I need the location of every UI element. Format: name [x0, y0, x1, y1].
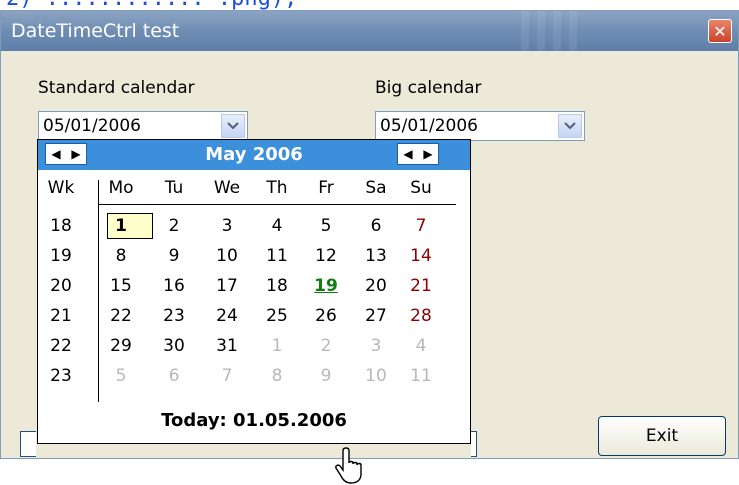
title-bar[interactable]: DateTimeCtrl test ✕: [1, 11, 738, 51]
calendar-day[interactable]: 7: [401, 212, 441, 240]
calendar-day[interactable]: 26: [306, 302, 346, 330]
weekday-header: Th: [266, 178, 288, 198]
week-number: 22: [50, 336, 72, 356]
weekday-header: Sa: [365, 178, 387, 198]
top-strip: 2) ............ .png),: [0, 0, 739, 10]
big-date-combo[interactable]: 05/01/2006: [375, 111, 585, 141]
calendar-day[interactable]: 3: [207, 212, 247, 240]
big-date-value: 05/01/2006: [380, 116, 478, 136]
hand-cursor-icon: [335, 447, 362, 484]
weekday-header: We: [213, 178, 241, 198]
calendar-day[interactable]: 14: [401, 242, 441, 270]
calendar-day[interactable]: 3: [356, 332, 396, 360]
calendar-day[interactable]: 19: [306, 272, 346, 300]
calendar-day[interactable]: 17: [207, 272, 247, 300]
calendar-day[interactable]: 2: [306, 332, 346, 360]
close-icon: ✕: [713, 21, 727, 41]
calendar-day[interactable]: 1: [257, 332, 297, 360]
calendar-day[interactable]: 9: [306, 362, 346, 390]
calendar-day[interactable]: 7: [207, 362, 247, 390]
calendar-day[interactable]: 18: [257, 272, 297, 300]
calendar-day[interactable]: 24: [207, 302, 247, 330]
weekday-header: Tu: [164, 178, 184, 198]
week-number: 20: [50, 276, 72, 296]
week-number: 23: [50, 366, 72, 386]
calendar-day[interactable]: 6: [154, 362, 194, 390]
left-bottom-frame: [20, 431, 36, 457]
calendar-day[interactable]: 11: [257, 242, 297, 270]
calendar-day[interactable]: 6: [356, 212, 396, 240]
standard-dropdown-button[interactable]: [221, 114, 245, 138]
calendar-day[interactable]: 2: [154, 212, 194, 240]
calendar-day[interactable]: 4: [257, 212, 297, 240]
right-bottom-frame: [471, 431, 477, 457]
arrow-right-icon[interactable]: ▶: [423, 147, 432, 161]
calendar-day[interactable]: 1: [101, 212, 141, 240]
chevron-down-icon: [564, 122, 576, 130]
calendar-day[interactable]: 5: [306, 212, 346, 240]
calendar-day[interactable]: 22: [101, 302, 141, 330]
standard-date-combo[interactable]: 05/01/2006: [38, 111, 248, 141]
arrow-left-icon[interactable]: ◀: [403, 147, 412, 161]
week-column-divider: [98, 180, 99, 402]
calendar-day[interactable]: 23: [154, 302, 194, 330]
weekday-header: Su: [410, 178, 432, 198]
calendar-day[interactable]: 30: [154, 332, 194, 360]
calendar-day[interactable]: 31: [207, 332, 247, 360]
big-calendar-label: Big calendar: [375, 78, 482, 98]
calendar-day[interactable]: 16: [154, 272, 194, 300]
calendar-popup: ◀ ▶ May 2006 ◀ ▶ Wk Mo Tu We Th Fr Sa Su 18 1 2 3 4…: [37, 139, 471, 484]
exit-button[interactable]: Exit: [598, 416, 726, 456]
big-dropdown-button[interactable]: [558, 114, 582, 138]
calendar-day[interactable]: 28: [401, 302, 441, 330]
standard-calendar-label: Standard calendar: [38, 78, 195, 98]
calendar-day[interactable]: 10: [356, 362, 396, 390]
calendar-day[interactable]: 11: [401, 362, 441, 390]
calendar-day[interactable]: 21: [401, 272, 441, 300]
close-button[interactable]: ✕: [708, 19, 732, 43]
calendar-day[interactable]: 12: [306, 242, 346, 270]
prev-next-year-nav[interactable]: ◀ ▶: [397, 143, 439, 165]
title-bar-decoration: [521, 11, 581, 51]
calendar-header: ◀ ▶ May 2006 ◀ ▶: [38, 140, 470, 170]
calendar-day[interactable]: 15: [101, 272, 141, 300]
calendar-day[interactable]: 25: [257, 302, 297, 330]
calendar-day[interactable]: 8: [257, 362, 297, 390]
weekday-header: Mo: [108, 178, 134, 198]
weekday-header: Wk: [47, 178, 75, 198]
calendar-day[interactable]: 5: [101, 362, 141, 390]
weekday-header: Fr: [318, 178, 334, 198]
calendar-day[interactable]: 10: [207, 242, 247, 270]
calendar-day[interactable]: 9: [154, 242, 194, 270]
chevron-down-icon: [227, 122, 239, 130]
calendar-day[interactable]: 27: [356, 302, 396, 330]
week-number: 19: [50, 246, 72, 266]
header-divider: [98, 204, 456, 205]
calendar-day[interactable]: 4: [401, 332, 441, 360]
calendar-day[interactable]: 13: [356, 242, 396, 270]
window-title: DateTimeCtrl test: [11, 20, 180, 42]
calendar-day[interactable]: 29: [101, 332, 141, 360]
week-number: 21: [50, 306, 72, 326]
today-label[interactable]: Today: 01.05.2006: [38, 410, 470, 431]
calendar-day[interactable]: 20: [356, 272, 396, 300]
standard-date-value: 05/01/2006: [43, 116, 141, 136]
calendar-day[interactable]: 8: [101, 242, 141, 270]
week-number: 18: [50, 216, 72, 236]
strip-text: 2) ............ .png),: [6, 0, 297, 10]
